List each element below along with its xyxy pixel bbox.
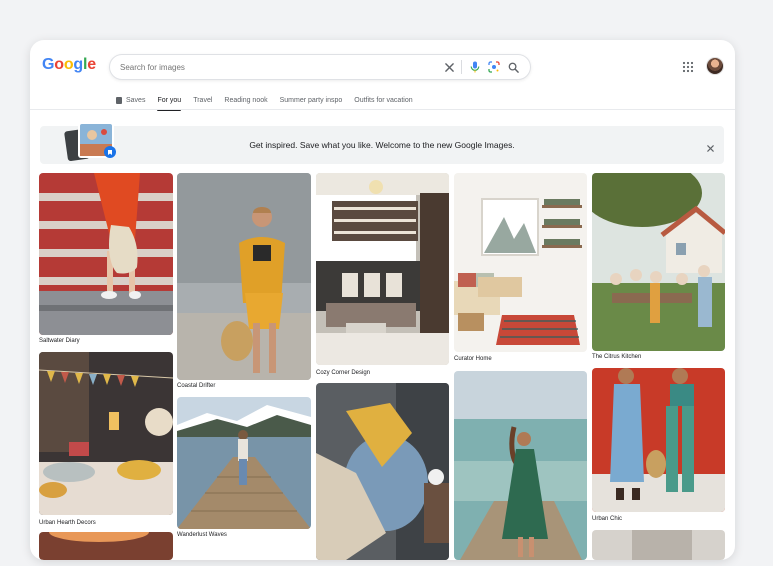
search-bar <box>109 54 531 80</box>
close-icon[interactable] <box>442 60 456 74</box>
header-divider <box>30 109 735 110</box>
tab-saves[interactable]: Saves <box>116 92 145 108</box>
tab-travel[interactable]: Travel <box>193 92 212 108</box>
image-tile[interactable] <box>316 383 449 560</box>
tab-label: Summer party inspo <box>279 96 343 104</box>
apps-grid-icon[interactable] <box>682 60 694 73</box>
image-tile[interactable] <box>454 371 587 560</box>
image-tile[interactable] <box>592 530 725 560</box>
search-icon[interactable] <box>506 60 520 74</box>
logo-letter: o <box>63 56 74 73</box>
avatar[interactable] <box>706 57 724 75</box>
logo-letter: G <box>42 56 55 73</box>
tile-caption: Wanderlust Waves <box>177 532 227 538</box>
image-tile-coastal-drifter[interactable] <box>177 173 311 380</box>
tile-caption: The Citrus Kitchen <box>592 354 642 360</box>
logo-letter: g <box>73 56 83 73</box>
tile-caption: Curator Home <box>454 356 492 362</box>
camera-lens-icon[interactable] <box>487 60 501 74</box>
tab-reading-nook[interactable]: Reading nook <box>224 92 267 108</box>
banner-message: Get inspired. Save what you like. Welcom… <box>249 140 515 150</box>
tab-label: Travel <box>193 96 213 104</box>
image-tile-urban-chic[interactable] <box>592 368 725 512</box>
tab-summer-party-inspo[interactable]: Summer party inspo <box>280 92 343 108</box>
search-input[interactable] <box>120 62 420 72</box>
tab-outfits-for-vacation[interactable]: Outfits for vacation <box>354 92 412 108</box>
tab-for-you[interactable]: For you <box>157 92 182 111</box>
tab-label: Reading nook <box>224 96 268 104</box>
image-tile-saltwater-diary[interactable] <box>39 173 173 335</box>
tile-caption: Saltwater Diary <box>39 338 80 344</box>
logo-letter: e <box>87 56 96 73</box>
image-tile-the-citrus-kitchen[interactable] <box>592 173 725 351</box>
tab-label: Outfits for vacation <box>354 96 413 104</box>
bookmark-icon <box>116 96 122 104</box>
logo-letter: o <box>54 56 64 73</box>
tab-label: Saves <box>126 96 146 104</box>
image-tile-wanderlust-waves[interactable] <box>177 397 311 529</box>
tile-caption: Urban Hearth Decors <box>39 520 96 526</box>
tile-caption: Urban Chic <box>592 516 623 522</box>
google-images-window: G o o g l e Search for images Saves For … <box>30 40 735 560</box>
microphone-icon[interactable] <box>468 60 482 74</box>
tab-label: For you <box>157 96 182 104</box>
image-tile-curator-home[interactable] <box>454 173 587 352</box>
tile-caption: Cozy Corner Design <box>316 370 371 376</box>
image-tile-cozy-corner-design[interactable] <box>316 173 449 365</box>
image-tile[interactable] <box>39 532 173 560</box>
google-logo[interactable]: G o o g l e <box>42 56 96 78</box>
image-tile-urban-hearth-decors[interactable] <box>39 352 173 515</box>
search-divider <box>461 60 462 74</box>
tile-caption: Coastal Drifter <box>177 383 216 389</box>
category-tabs: Saves For you Travel Reading nook Summer… <box>116 92 425 111</box>
close-icon[interactable] <box>706 140 715 152</box>
welcome-banner: Get inspired. Save what you like. Welcom… <box>40 122 724 164</box>
